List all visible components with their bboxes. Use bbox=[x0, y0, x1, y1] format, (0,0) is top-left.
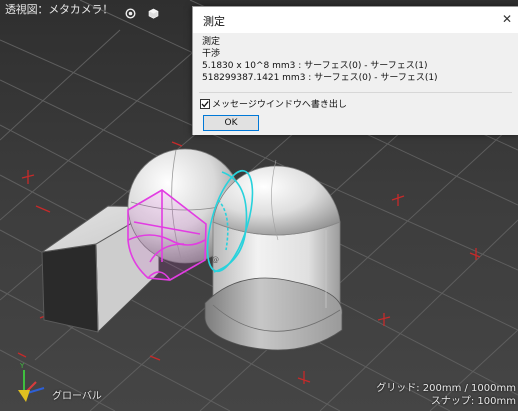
svg-text:Y: Y bbox=[19, 362, 25, 370]
axis-gizmo: Y bbox=[18, 362, 45, 402]
ok-button[interactable]: OK bbox=[203, 115, 259, 131]
dialog-body: 測定 干渉 5.1830 x 10^8 mm3 : サーフェス(0) - サーフ… bbox=[193, 33, 518, 135]
message-window-option[interactable]: メッセージウインドウへ書き出し bbox=[200, 97, 347, 110]
measure-dialog: 測定 ✕ 測定 干渉 5.1830 x 10^8 mm3 : サーフェス(0) … bbox=[192, 6, 518, 135]
close-icon[interactable]: ✕ bbox=[496, 9, 518, 29]
message-window-checkbox[interactable] bbox=[200, 98, 210, 109]
right-cylinder[interactable] bbox=[204, 221, 343, 351]
view-label[interactable]: 透視図：メタカメラ！ bbox=[5, 1, 113, 17]
shading-cube-icon[interactable] bbox=[148, 4, 159, 19]
grid-text: グリッド: 200mm / 1000mm bbox=[376, 383, 516, 394]
checkmark-icon bbox=[201, 100, 209, 107]
coordinate-system-label[interactable]: グローバル bbox=[52, 387, 102, 402]
divider bbox=[199, 92, 512, 93]
grid-snap-readout: グリッド: 200mm / 1000mm スナップ: 100mm bbox=[376, 382, 516, 408]
snap-text: スナップ: 100mm bbox=[430, 396, 516, 407]
dialog-titlebar[interactable]: 測定 ✕ bbox=[193, 7, 518, 33]
point-marker-label: @ bbox=[212, 256, 219, 264]
viewport-header: 透視図：メタカメラ！ bbox=[0, 0, 159, 19]
message-window-label[interactable]: メッセージウインドウへ書き出し bbox=[212, 97, 347, 110]
render-mode-icon[interactable] bbox=[125, 4, 136, 19]
result-line-exact: 518299387.1421 mm3 : サーフェス(0) - サーフェス(1) bbox=[202, 73, 438, 83]
dialog-title: 測定 bbox=[203, 15, 225, 28]
